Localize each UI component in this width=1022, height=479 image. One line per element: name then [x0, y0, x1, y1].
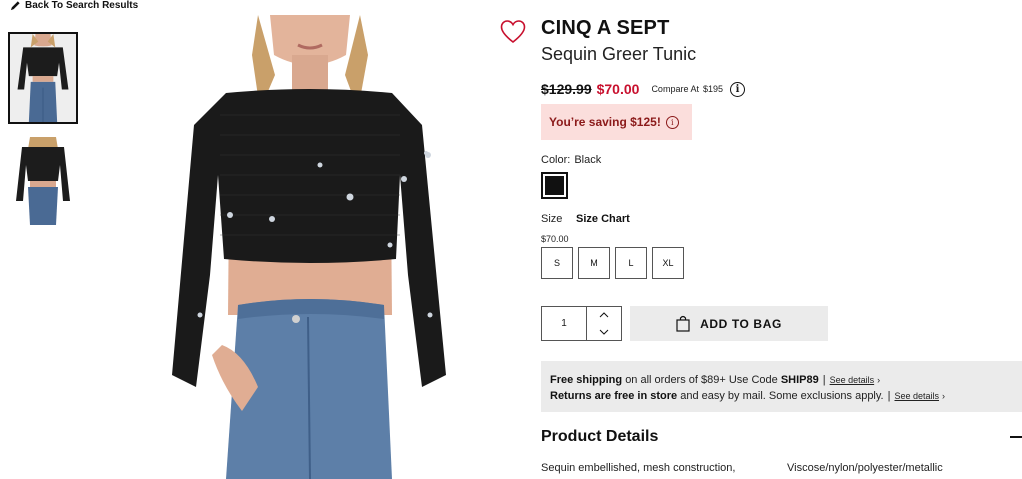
product-photo: [160, 15, 458, 479]
thumbnail-back-image: [8, 137, 78, 225]
product-materials: Viscose/nylon/polyester/metallic: [787, 462, 943, 474]
selected-color-value: Black: [574, 154, 602, 166]
quantity-decrease-button[interactable]: [587, 324, 621, 341]
shipping-line: Free shipping on all orders of $89+ Use …: [550, 374, 881, 386]
compare-info-icon[interactable]: i: [730, 81, 745, 97]
product-description: Sequin embellished, mesh construction,: [541, 462, 736, 474]
chevron-right-icon: ›: [877, 375, 881, 385]
wishlist-heart-icon[interactable]: [500, 19, 526, 45]
size-option-s[interactable]: S: [541, 247, 573, 279]
chevron-down-icon: [599, 329, 609, 335]
saving-text: You’re saving $125!: [549, 115, 661, 129]
product-details-heading[interactable]: Product Details: [541, 428, 658, 446]
shipping-see-details-link[interactable]: See details: [830, 375, 875, 385]
quantity-input[interactable]: 1: [542, 307, 587, 340]
color-swatch-black[interactable]: [541, 172, 568, 199]
returns-see-details-link[interactable]: See details: [894, 391, 939, 401]
saving-banner: You’re saving $125! i: [541, 104, 692, 140]
shipping-info-panel: Free shipping on all orders of $89+ Use …: [541, 361, 1022, 412]
quantity-stepper: 1: [541, 306, 622, 341]
price-row: $129.99 $70.00 Compare At $195 i: [541, 81, 745, 97]
product-title: Sequin Greer Tunic: [541, 44, 697, 64]
back-link-label: Back To Search Results: [25, 0, 139, 11]
pencil-icon: [10, 1, 20, 11]
main-product-image[interactable]: [160, 15, 458, 479]
saving-info-icon[interactable]: i: [665, 115, 679, 129]
original-price: $129.99: [541, 81, 592, 97]
thumbnail-front[interactable]: [8, 32, 78, 124]
size-option-m[interactable]: M: [578, 247, 610, 279]
returns-line: Returns are free in store and easy by ma…: [550, 390, 946, 402]
chevron-up-icon: [599, 312, 609, 318]
brand-name[interactable]: CINQ A SEPT: [541, 17, 670, 40]
collapse-minus-icon[interactable]: [1010, 436, 1022, 438]
sale-price: $70.00: [596, 81, 640, 97]
size-option-xl[interactable]: XL: [652, 247, 684, 279]
thumbnail-front-image: [10, 34, 76, 122]
back-to-search-link[interactable]: Back To Search Results: [10, 0, 138, 11]
size-option-l[interactable]: L: [615, 247, 647, 279]
thumbnail-back[interactable]: [8, 137, 78, 225]
compare-value: $195: [702, 84, 723, 94]
chevron-right-icon: ›: [942, 391, 946, 401]
size-chart-link[interactable]: Size Chart: [576, 213, 630, 225]
compare-label: Compare At: [651, 84, 699, 94]
quantity-increase-button[interactable]: [587, 307, 621, 324]
size-options: S M L XL: [541, 247, 684, 279]
promo-code: SHIP89: [780, 374, 819, 386]
shopping-bag-icon: [676, 315, 690, 332]
add-to-bag-label: ADD TO BAG: [700, 316, 782, 331]
size-label: Size: [541, 213, 563, 225]
add-to-bag-button[interactable]: ADD TO BAG: [630, 306, 828, 341]
color-label: Color: Black: [541, 154, 602, 166]
size-price: $70.00: [541, 234, 569, 244]
